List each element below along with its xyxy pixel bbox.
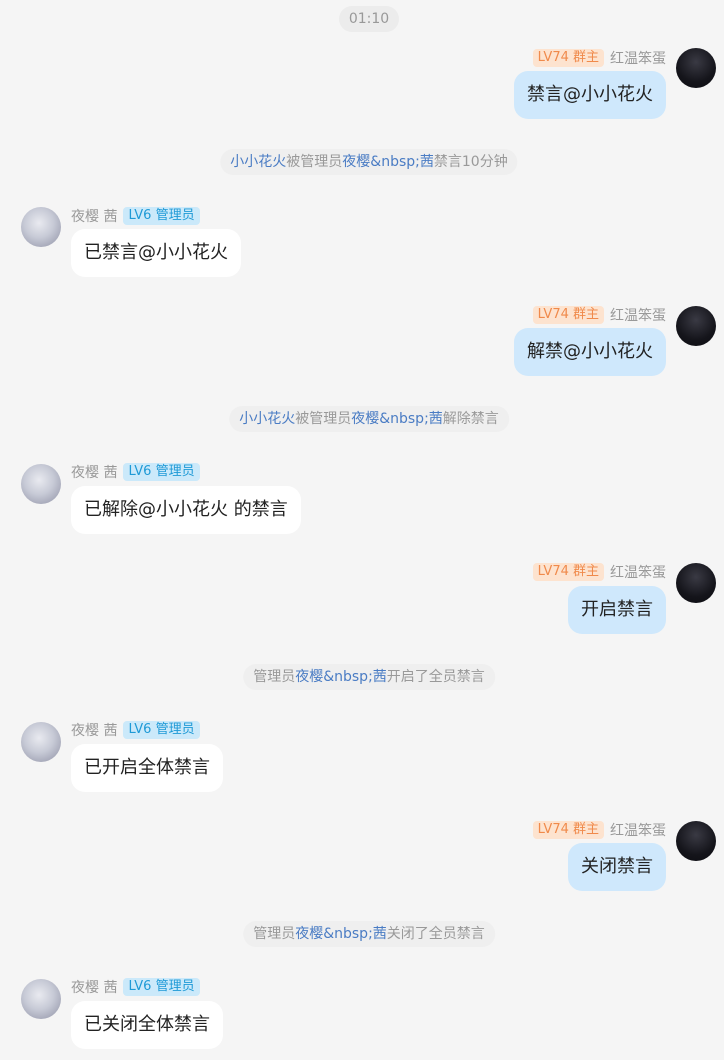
owner-badge: LV74 群主 [532, 306, 604, 324]
sender-header: LV74 群主 红温笨蛋 [532, 305, 666, 325]
sender-header: LV74 群主 红温笨蛋 [532, 48, 666, 68]
admin-badge: LV6 管理员 [123, 978, 200, 996]
admin-message-bubble[interactable]: 已禁言@小小花火 [71, 229, 241, 277]
system-notice: 小小花火被管理员夜樱&nbsp;茜禁言10分钟 [220, 149, 518, 175]
sender-header: LV74 群主 红温笨蛋 [532, 820, 666, 840]
admin-badge: LV6 管理员 [123, 207, 200, 225]
admin-message-bubble[interactable]: 已开启全体禁言 [71, 744, 223, 792]
sender-header: LV74 群主 红温笨蛋 [532, 562, 666, 582]
my-message-bubble[interactable]: 解禁@小小花火 [514, 328, 666, 376]
owner-badge: LV74 群主 [532, 821, 604, 839]
my-message-bubble[interactable]: 禁言@小小花火 [514, 71, 666, 119]
admin-avatar[interactable] [21, 464, 61, 504]
owner-badge: LV74 群主 [532, 563, 604, 581]
sender-name[interactable]: 红温笨蛋 [610, 48, 666, 68]
system-notice: 管理员夜樱&nbsp;茜开启了全员禁言 [243, 664, 495, 690]
admin-link[interactable]: 夜樱&nbsp;茜 [342, 154, 434, 170]
sender-header: 夜樱 茜 LV6 管理员 [71, 977, 200, 997]
sender-header: 夜樱 茜 LV6 管理员 [71, 720, 200, 740]
sender-name[interactable]: 夜樱 茜 [71, 977, 117, 997]
sender-name[interactable]: 夜樱 茜 [71, 206, 117, 226]
sender-name[interactable]: 红温笨蛋 [610, 562, 666, 582]
sender-header: 夜樱 茜 LV6 管理员 [71, 462, 200, 482]
admin-avatar[interactable] [21, 722, 61, 762]
admin-link[interactable]: 夜樱&nbsp;茜 [351, 411, 443, 427]
admin-message-bubble[interactable]: 已关闭全体禁言 [71, 1001, 223, 1049]
admin-message-bubble[interactable]: 已解除@小小花火 的禁言 [71, 486, 301, 534]
system-notice: 管理员夜樱&nbsp;茜关闭了全员禁言 [243, 921, 495, 947]
timestamp: 01:10 [339, 6, 399, 32]
my-avatar[interactable] [676, 306, 716, 346]
my-message-bubble[interactable]: 关闭禁言 [568, 843, 666, 891]
admin-badge: LV6 管理员 [123, 721, 200, 739]
my-avatar[interactable] [676, 821, 716, 861]
my-message-bubble[interactable]: 开启禁言 [568, 586, 666, 634]
admin-avatar[interactable] [21, 979, 61, 1019]
my-avatar[interactable] [676, 48, 716, 88]
admin-badge: LV6 管理员 [123, 463, 200, 481]
admin-link[interactable]: 夜樱&nbsp;茜 [295, 669, 387, 685]
owner-badge: LV74 群主 [532, 49, 604, 67]
sender-header: 夜樱 茜 LV6 管理员 [71, 206, 200, 226]
sender-name[interactable]: 红温笨蛋 [610, 305, 666, 325]
sender-name[interactable]: 夜樱 茜 [71, 720, 117, 740]
admin-link[interactable]: 夜樱&nbsp;茜 [295, 926, 387, 942]
my-avatar[interactable] [676, 563, 716, 603]
member-link[interactable]: 小小花火 [239, 411, 295, 427]
member-link[interactable]: 小小花火 [230, 154, 286, 170]
sender-name[interactable]: 红温笨蛋 [610, 820, 666, 840]
admin-avatar[interactable] [21, 207, 61, 247]
system-notice: 小小花火被管理员夜樱&nbsp;茜解除禁言 [229, 406, 509, 432]
sender-name[interactable]: 夜樱 茜 [71, 462, 117, 482]
